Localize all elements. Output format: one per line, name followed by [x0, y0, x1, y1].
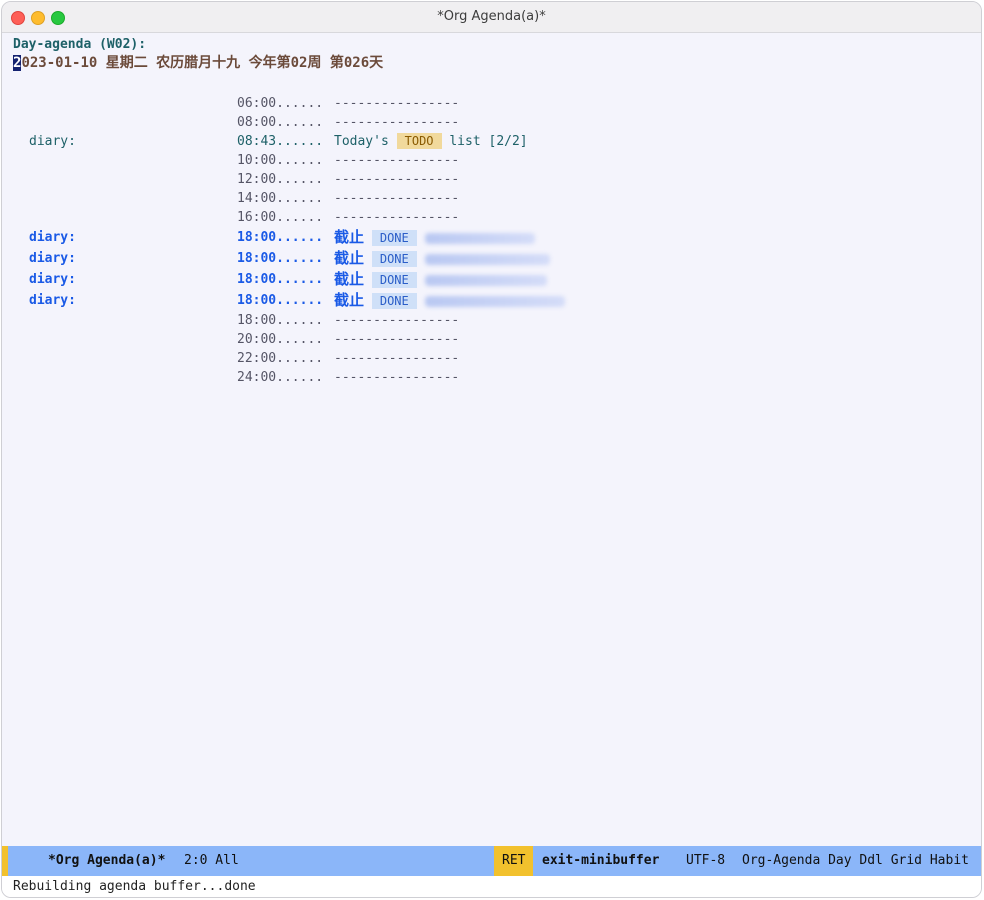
mode-line-position: 2:0 All [184, 853, 239, 868]
agenda-time: 08:00...... [237, 115, 324, 130]
window-title: *Org Agenda(a)* [437, 9, 546, 24]
agenda-category: diary: [29, 230, 76, 245]
time-grid-line: ---------------- [334, 210, 460, 225]
done-keyword: DONE [371, 251, 417, 267]
agenda-time: 16:00...... [237, 210, 324, 225]
agenda-time: 18:00...... [237, 251, 324, 266]
agenda-time: 18:00...... [237, 293, 324, 308]
agenda-entry: 截止 DONE [334, 228, 535, 247]
agenda-category: diary: [29, 272, 76, 287]
echo-area: Rebuilding agenda buffer...done [2, 876, 981, 897]
agenda-time: 06:00...... [237, 96, 324, 111]
redacted-text [424, 233, 535, 244]
agenda-time: 18:00...... [237, 313, 324, 328]
agenda-time: 24:00...... [237, 370, 324, 385]
agenda-entry: 截止 DONE [334, 291, 565, 310]
todo-keyword: TODO [396, 133, 442, 149]
agenda-time: 08:43...... [237, 134, 324, 149]
agenda-entry: 截止 DONE [334, 270, 547, 289]
agenda-buffer[interactable]: Day-agenda (W02): 2023-01-10 星期二 农历腊月十九 … [2, 33, 981, 845]
entry-text: list [2/2] [449, 134, 528, 149]
agenda-time: 10:00...... [237, 153, 324, 168]
time-grid-line: ---------------- [334, 153, 460, 168]
redacted-text [424, 275, 547, 286]
agenda-time: 22:00...... [237, 351, 324, 366]
mode-line-command: exit-minibuffer [542, 853, 660, 868]
deadline-label: 截止 [334, 270, 365, 288]
agenda-category: diary: [29, 293, 76, 308]
time-grid-line: ---------------- [334, 351, 460, 366]
agenda-time: 12:00...... [237, 172, 324, 187]
time-grid-line: ---------------- [334, 115, 460, 130]
mode-line-buffer-name[interactable]: *Org Agenda(a)* [48, 846, 165, 876]
agenda-category: diary: [29, 251, 76, 266]
deadline-label: 截止 [334, 249, 365, 267]
time-grid-line: ---------------- [334, 313, 460, 328]
agenda-time: 14:00...... [237, 191, 324, 206]
redacted-text [424, 254, 550, 265]
deadline-label: 截止 [334, 228, 365, 246]
redacted-text [424, 296, 565, 307]
agenda-category: diary: [29, 134, 76, 149]
mode-line: *Org Agenda(a)* 2:0 All RET exit-minibuf… [2, 846, 981, 894]
time-grid-line: ---------------- [334, 332, 460, 347]
agenda-date: 023-01-10 星期二 农历腊月十九 今年第02周 第026天 [21, 55, 384, 71]
done-keyword: DONE [371, 272, 417, 288]
entry-text: Today's [334, 134, 389, 149]
agenda-header: Day-agenda (W02): [13, 37, 147, 52]
agenda-entry: 截止 DONE [334, 249, 550, 268]
agenda-time: 18:00...... [237, 230, 324, 245]
title-bar: *Org Agenda(a)* [2, 2, 981, 33]
mode-line-encoding[interactable]: UTF-8 [686, 846, 725, 876]
time-grid-line: ---------------- [334, 96, 460, 111]
time-grid-line: ---------------- [334, 191, 460, 206]
agenda-entry: Today's TODO list [2/2] [334, 132, 528, 151]
done-keyword: DONE [371, 293, 417, 309]
done-keyword: DONE [371, 230, 417, 246]
time-grid-line: ---------------- [334, 370, 460, 385]
deadline-label: 截止 [334, 291, 365, 309]
agenda-time: 18:00...... [237, 272, 324, 287]
mode-line-key: RET [494, 846, 534, 876]
mode-line-modes[interactable]: Org-Agenda Day Ddl Grid Habit [742, 846, 969, 876]
agenda-time: 20:00...... [237, 332, 324, 347]
time-grid-line: ---------------- [334, 172, 460, 187]
emacs-window: *Org Agenda(a)* Day-agenda (W02): 2023-0… [1, 1, 982, 898]
agenda-date-line: 2023-01-10 星期二 农历腊月十九 今年第02周 第026天 [13, 54, 383, 73]
